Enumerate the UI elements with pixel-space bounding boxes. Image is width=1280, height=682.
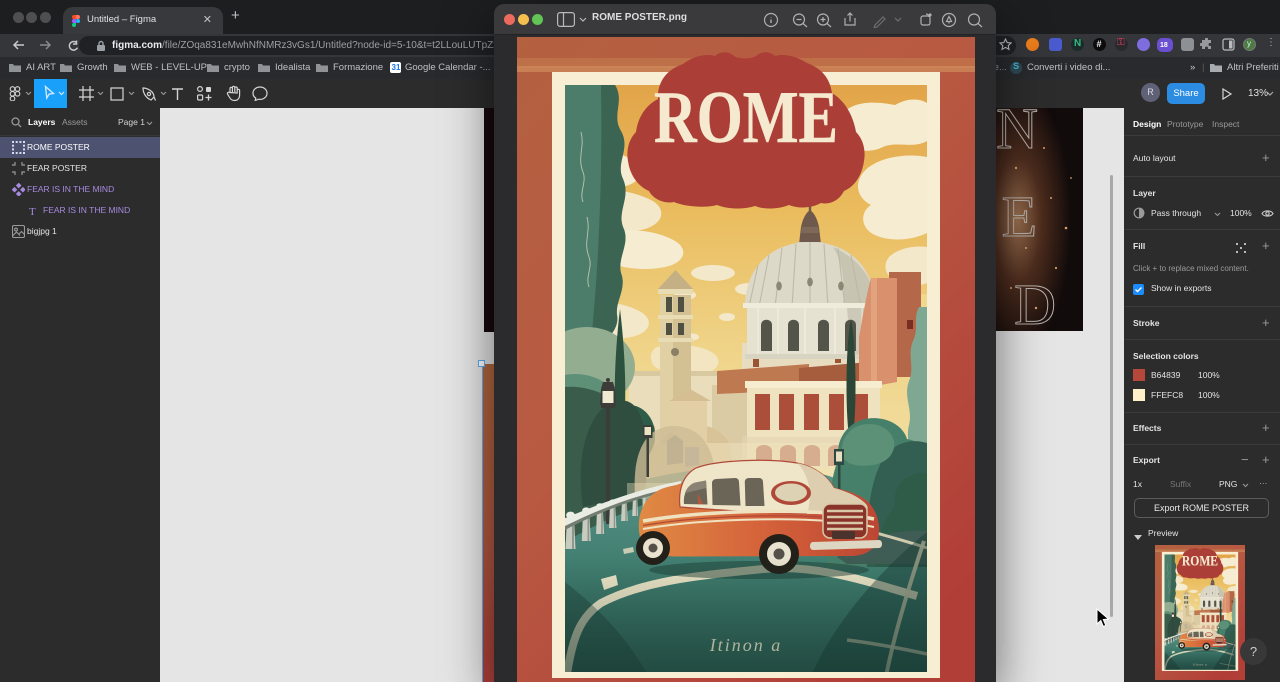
svg-text:E: E — [1002, 184, 1037, 249]
svg-text:D: D — [1014, 272, 1056, 331]
svg-text:N: N — [996, 108, 1038, 161]
